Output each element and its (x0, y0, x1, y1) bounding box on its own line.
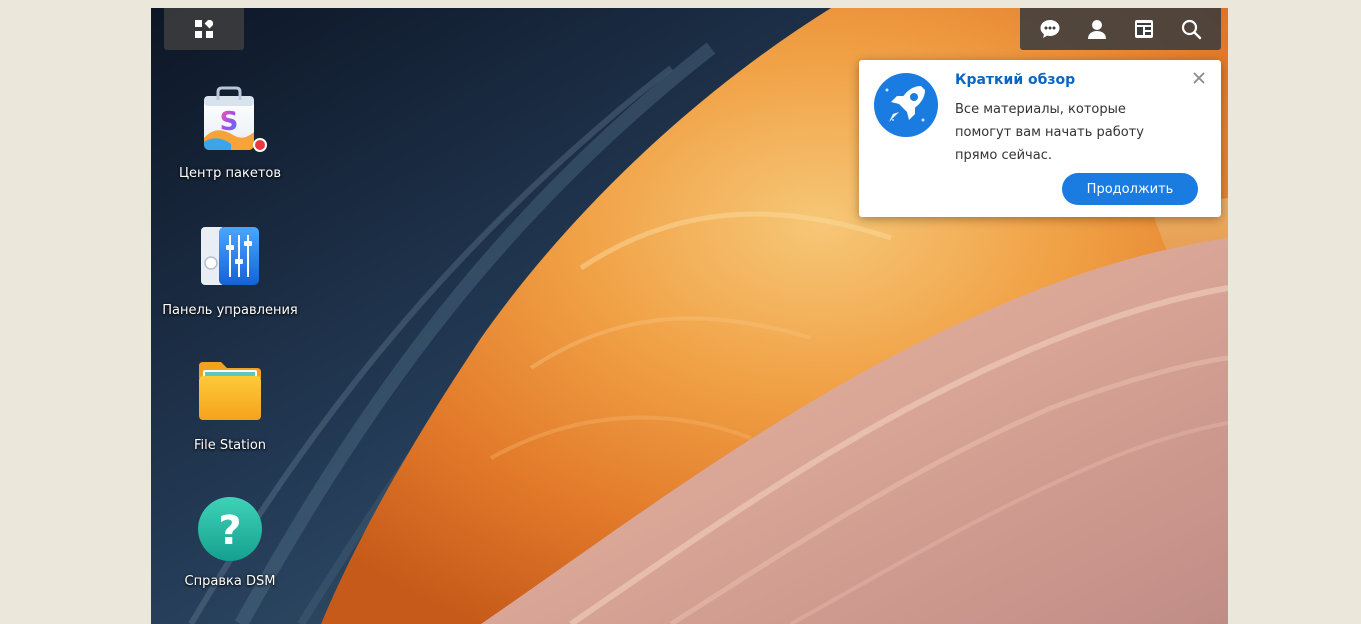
desktop-icon-label: Панель управления (162, 303, 298, 318)
continue-button[interactable]: Продолжить (1062, 173, 1198, 205)
package-center-icon: S (195, 86, 267, 156)
desktop: S Центр пакетов Панель управления File S… (151, 8, 1228, 624)
help-icon: ? (195, 494, 265, 564)
notification-badge (253, 138, 267, 152)
popup-title: Краткий обзор (955, 72, 1076, 88)
control-panel-icon (195, 223, 265, 293)
desktop-icon-label: Справка DSM (184, 574, 276, 589)
folder-icon (195, 358, 265, 428)
desktop-icon-package-center[interactable]: S Центр пакетов (155, 86, 305, 183)
user-icon[interactable] (1083, 15, 1111, 43)
rocket-icon (873, 72, 939, 138)
widgets-icon[interactable] (1130, 15, 1158, 43)
desktop-icon-control-panel[interactable]: Панель управления (155, 223, 305, 320)
close-icon[interactable] (1191, 70, 1207, 86)
grid-menu-icon (195, 20, 213, 38)
popup-description: Все материалы, которые помогут вам начат… (955, 102, 1144, 163)
search-icon[interactable] (1177, 15, 1205, 43)
quick-start-popup: Краткий обзор Все материалы, которые пом… (859, 60, 1221, 217)
desktop-icon-dsm-help[interactable]: ? Справка DSM (155, 494, 305, 591)
desktop-icon-label: File Station (193, 438, 267, 453)
main-menu-button[interactable] (164, 8, 244, 50)
taskbar-tray (1020, 8, 1221, 50)
svg-text:?: ? (218, 508, 241, 554)
desktop-icon-file-station[interactable]: File Station (155, 358, 305, 455)
chat-icon[interactable] (1036, 15, 1064, 43)
svg-text:S: S (220, 107, 239, 137)
desktop-icon-label: Центр пакетов (178, 166, 282, 181)
